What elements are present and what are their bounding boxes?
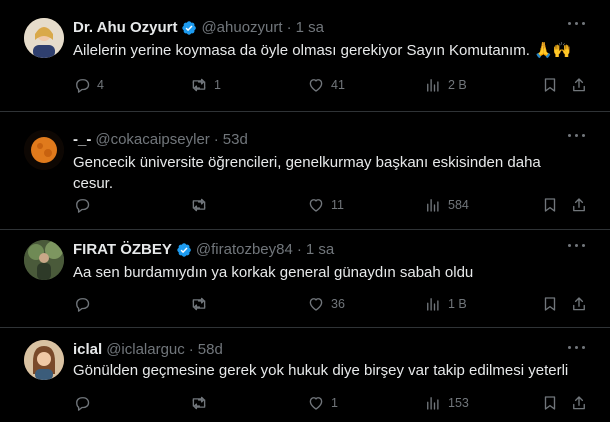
- share-icon: [573, 78, 585, 92]
- views-icon: [427, 199, 439, 212]
- views-count: 584: [448, 198, 469, 212]
- reply-icon: [76, 397, 90, 411]
- views-icon: [427, 79, 439, 92]
- like-button[interactable]: 1: [307, 394, 338, 412]
- avatar[interactable]: [24, 130, 64, 170]
- bookmark-button[interactable]: [541, 394, 559, 412]
- tweet-header: Dr. Ahu Ozyurt @ahuozyurt · 1 sa: [73, 18, 324, 37]
- share-button[interactable]: [570, 394, 588, 412]
- more-icon[interactable]: [566, 16, 588, 30]
- avatar[interactable]: [24, 18, 64, 58]
- reply-button[interactable]: [73, 196, 97, 214]
- share-icon: [573, 396, 585, 410]
- tweet-actions: 36 1 B: [73, 295, 591, 315]
- retweet-button[interactable]: 1: [190, 76, 221, 94]
- timestamp[interactable]: 53d: [223, 130, 248, 149]
- timestamp[interactable]: 1 sa: [296, 18, 324, 37]
- tweet-actions: 4 1 41 2 B: [73, 76, 591, 96]
- like-button[interactable]: 11: [307, 196, 344, 214]
- tweet-header: FIRAT ÖZBEY @firatozbey84 · 1 sa: [73, 240, 335, 259]
- like-count: 11: [331, 198, 344, 212]
- like-icon: [309, 298, 323, 311]
- handle[interactable]: @ahuozyurt: [201, 18, 282, 37]
- timestamp[interactable]: 1 sa: [306, 240, 334, 259]
- reply-icon: [76, 199, 90, 213]
- more-icon[interactable]: [566, 238, 588, 252]
- retweet-count: 1: [214, 78, 221, 92]
- bookmark-icon: [544, 297, 556, 311]
- bookmark-button[interactable]: [541, 76, 559, 94]
- reply-button[interactable]: 4: [73, 76, 104, 94]
- handle[interactable]: @firatozbey84: [196, 240, 293, 259]
- retweet-icon: [192, 396, 206, 410]
- tweet-text: Ailelerin yerine koymasa da öyle olması …: [73, 42, 572, 59]
- reply-count: 4: [97, 78, 104, 92]
- handle[interactable]: @iclalarguc: [106, 340, 185, 359]
- share-button[interactable]: [570, 295, 588, 313]
- bookmark-button[interactable]: [541, 295, 559, 313]
- display-name[interactable]: -_-: [73, 130, 91, 149]
- bookmark-icon: [544, 396, 556, 410]
- share-icon: [573, 198, 585, 212]
- like-count: 36: [331, 297, 345, 311]
- display-name[interactable]: FIRAT ÖZBEY: [73, 240, 172, 259]
- tweet[interactable]: iclal @iclalarguc · 58d Gönülden geçmesi…: [0, 328, 610, 422]
- tweet-header: iclal @iclalarguc · 58d: [73, 340, 223, 359]
- verified-icon: [177, 242, 191, 257]
- tweet-header: -_- @cokacaipseyler · 53d: [73, 130, 248, 149]
- like-button[interactable]: 41: [307, 76, 345, 94]
- tweet[interactable]: FIRAT ÖZBEY @firatozbey84 · 1 sa Aa sen …: [0, 230, 610, 328]
- reply-feed: Dr. Ahu Ozyurt @ahuozyurt · 1 sa Aileler…: [0, 0, 610, 422]
- retweet-button[interactable]: [190, 295, 214, 313]
- bookmark-icon: [544, 78, 556, 92]
- share-icon: [573, 297, 585, 311]
- retweet-button[interactable]: [190, 196, 214, 214]
- avatar[interactable]: [24, 240, 64, 280]
- more-icon[interactable]: [566, 128, 588, 142]
- tweet-actions: 11 584: [73, 196, 591, 216]
- retweet-button[interactable]: [190, 394, 214, 412]
- like-count: 41: [331, 78, 345, 92]
- timestamp[interactable]: 58d: [198, 340, 223, 359]
- share-button[interactable]: [570, 196, 588, 214]
- reply-icon: [76, 79, 90, 93]
- views-count: 1 B: [448, 297, 467, 311]
- views-icon: [427, 397, 439, 410]
- tweet-actions: 1 153: [73, 394, 591, 414]
- bookmark-button[interactable]: [541, 196, 559, 214]
- views-count: 2 B: [448, 78, 467, 92]
- like-button[interactable]: 36: [307, 295, 345, 313]
- reply-button[interactable]: [73, 295, 97, 313]
- like-icon: [309, 199, 323, 212]
- tweet-text: Gencecik üniversite öğrencileri, genelku…: [73, 154, 541, 192]
- tweet-text: Aa sen burdamıydın ya korkak general gün…: [73, 264, 474, 281]
- display-name[interactable]: Dr. Ahu Ozyurt: [73, 18, 177, 37]
- share-button[interactable]: [570, 76, 588, 94]
- verified-icon: [182, 20, 197, 35]
- reply-icon: [76, 298, 90, 312]
- views-button[interactable]: 1 B: [424, 295, 467, 313]
- like-icon: [309, 79, 323, 92]
- like-icon: [309, 397, 323, 410]
- views-button[interactable]: 584: [424, 196, 469, 214]
- more-icon[interactable]: [566, 340, 588, 354]
- retweet-icon: [192, 297, 206, 311]
- reply-button[interactable]: [73, 394, 97, 412]
- views-icon: [427, 298, 439, 311]
- handle[interactable]: @cokacaipseyler: [95, 130, 209, 149]
- retweet-icon: [192, 198, 206, 212]
- bookmark-icon: [544, 198, 556, 212]
- views-button[interactable]: 153: [424, 394, 469, 412]
- views-count: 153: [448, 396, 469, 410]
- tweet[interactable]: Dr. Ahu Ozyurt @ahuozyurt · 1 sa Aileler…: [0, 0, 610, 112]
- retweet-icon: [192, 78, 206, 92]
- display-name[interactable]: iclal: [73, 340, 102, 359]
- tweet-text: Gönülden geçmesine gerek yok hukuk diye …: [73, 362, 569, 379]
- tweet[interactable]: -_- @cokacaipseyler · 53d Gencecik ünive…: [0, 112, 610, 230]
- like-count: 1: [331, 396, 338, 410]
- views-button[interactable]: 2 B: [424, 76, 467, 94]
- avatar[interactable]: [24, 340, 64, 380]
